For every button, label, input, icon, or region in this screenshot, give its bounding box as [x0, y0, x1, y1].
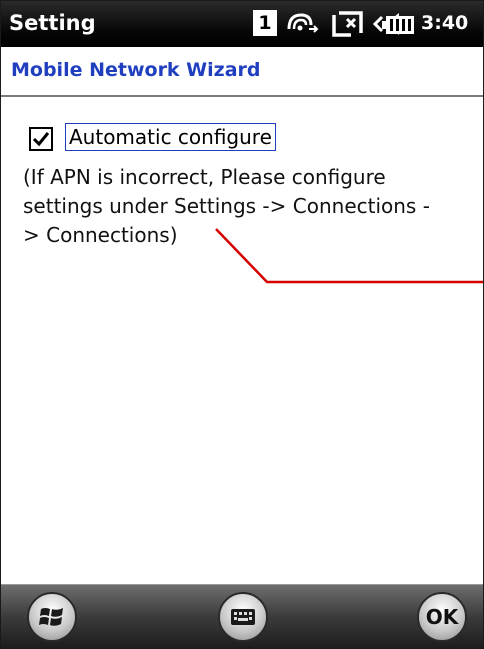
- status-bar: Setting 1 3:40: [1, 1, 483, 47]
- note-line: settings under Settings -> Connections -: [23, 194, 430, 218]
- clock: 3:40: [421, 12, 469, 34]
- battery-indicator-icon: [382, 16, 414, 34]
- keyboard-button[interactable]: [218, 592, 268, 642]
- signal-no-service-icon: [332, 11, 363, 37]
- note-line: (If APN is incorrect, Please configure: [23, 165, 386, 189]
- start-button[interactable]: [27, 592, 77, 642]
- device-screen: Setting 1 3:40 Mobile Network Wizard Aut…: [0, 0, 484, 649]
- apn-note: (If APN is incorrect, Please configure s…: [23, 163, 483, 250]
- annotation-pointer-line: [215, 228, 483, 284]
- automatic-configure-checkbox[interactable]: [29, 127, 53, 151]
- network-indicator: 1: [253, 10, 277, 36]
- ok-label: OK: [425, 605, 459, 629]
- page-title: Mobile Network Wizard: [11, 59, 261, 81]
- app-title: Setting: [9, 11, 96, 35]
- automatic-configure-label[interactable]: Automatic configure: [65, 123, 276, 151]
- keyboard-icon: [231, 609, 255, 625]
- windows-start-icon: [39, 608, 63, 626]
- checkmark-icon: [32, 132, 50, 147]
- soft-key-bar: OK: [1, 584, 483, 648]
- ok-button[interactable]: OK: [417, 592, 467, 642]
- data-connection-icon: [287, 13, 319, 33]
- title-bar: Mobile Network Wizard: [1, 47, 483, 97]
- note-line: > Connections): [23, 223, 178, 247]
